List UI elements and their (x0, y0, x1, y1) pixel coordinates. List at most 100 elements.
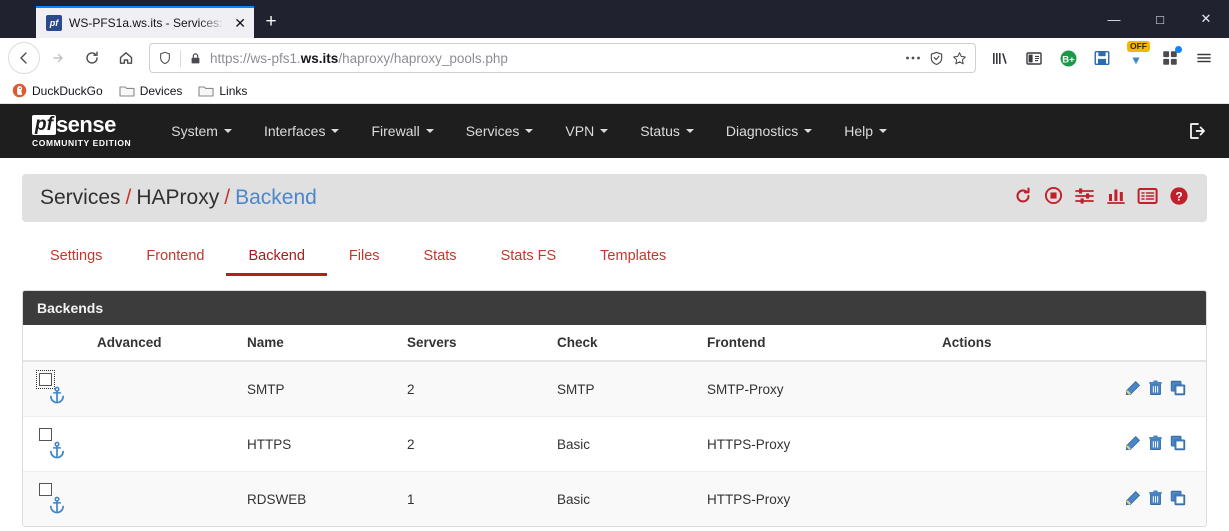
menu-item-services[interactable]: Services (452, 115, 548, 147)
menu-item-diagnostics[interactable]: Diagnostics (712, 115, 826, 147)
row-select-cell (23, 416, 89, 472)
anchor-icon[interactable] (48, 496, 66, 517)
copy-icon[interactable] (1170, 380, 1186, 399)
save-page-icon[interactable] (1087, 43, 1117, 73)
tab-stats-fs[interactable]: Stats FS (479, 238, 579, 276)
menu-icon[interactable] (1189, 43, 1219, 73)
bookmark-devices[interactable]: Devices (113, 82, 189, 100)
chevron-down-icon (600, 129, 609, 133)
table-row[interactable]: RDSWEB 1 Basic HTTPS-Proxy (23, 471, 1206, 526)
browser-window: pf WS-PFS1a.ws.its - Services: HAP ✕ + —… (0, 0, 1229, 531)
pfsense-favicon-icon: pf (46, 15, 62, 31)
breadcrumb-root[interactable]: Services (40, 186, 121, 209)
chevron-down-icon (879, 129, 888, 133)
menu-label: Firewall (371, 123, 420, 139)
anchor-icon[interactable] (48, 386, 66, 407)
tab-files[interactable]: Files (327, 238, 402, 276)
folder-icon (119, 85, 135, 97)
row-advanced (89, 416, 239, 472)
bitwarden-icon[interactable]: B+ (1053, 43, 1083, 73)
close-icon[interactable]: ✕ (234, 16, 246, 30)
browser-tab[interactable]: pf WS-PFS1a.ws.its - Services: HAP ✕ (36, 6, 254, 38)
menu-label: Diagnostics (725, 123, 799, 139)
row-frontend: HTTPS-Proxy (699, 416, 934, 472)
stop-icon[interactable] (1044, 186, 1063, 210)
sliders-icon[interactable] (1074, 186, 1095, 210)
maximize-icon[interactable]: □ (1137, 0, 1183, 38)
delete-icon[interactable] (1148, 435, 1163, 454)
sidebar-icon[interactable] (1019, 43, 1049, 73)
anchor-icon[interactable] (48, 441, 66, 462)
help-icon[interactable]: ? (1169, 186, 1189, 211)
minimize-icon[interactable]: — (1091, 0, 1137, 38)
tab-backend[interactable]: Backend (226, 238, 327, 276)
pfsense-navbar: pf sense COMMUNITY EDITION System Interf… (0, 104, 1229, 158)
breadcrumb-current: Backend (235, 186, 317, 209)
column-servers: Servers (399, 325, 549, 362)
copy-icon[interactable] (1170, 490, 1186, 509)
menu-label: Interfaces (263, 123, 326, 139)
privacy-badger-icon[interactable]: OFF (1121, 41, 1151, 73)
shield-icon[interactable] (158, 51, 172, 65)
menu-item-firewall[interactable]: Firewall (357, 115, 447, 147)
bookmark-duckduckgo[interactable]: DuckDuckGo (6, 81, 109, 100)
tab-frontend[interactable]: Frontend (124, 238, 226, 276)
table-row[interactable]: HTTPS 2 Basic HTTPS-Proxy (23, 416, 1206, 472)
row-checkbox[interactable] (39, 427, 52, 441)
breadcrumb-section[interactable]: HAProxy (136, 186, 219, 209)
lock-icon[interactable] (189, 52, 202, 65)
menu-label: Status (640, 123, 680, 139)
bookmark-star-icon[interactable] (952, 51, 967, 66)
log-icon[interactable] (1137, 187, 1158, 210)
url-divider (180, 49, 181, 67)
table-header: Advanced Name Servers Check Frontend Act… (23, 325, 1206, 362)
row-frontend: HTTPS-Proxy (699, 471, 934, 526)
window-close-icon[interactable]: ✕ (1183, 0, 1229, 38)
tab-templates[interactable]: Templates (578, 238, 688, 276)
column-actions: Actions (934, 325, 1206, 362)
menu-item-vpn[interactable]: VPN (551, 115, 622, 147)
delete-icon[interactable] (1148, 380, 1163, 399)
row-check: Basic (549, 471, 699, 526)
chevron-down-icon (804, 129, 813, 133)
menu-item-interfaces[interactable]: Interfaces (250, 115, 353, 147)
logout-icon[interactable] (1187, 121, 1207, 141)
chevron-down-icon (331, 129, 340, 133)
url-text[interactable]: https://ws-pfs1.ws.its/haproxy/haproxy_p… (210, 51, 897, 66)
library-icon[interactable] (985, 43, 1015, 73)
menu-item-help[interactable]: Help (830, 115, 901, 147)
edit-icon[interactable] (1125, 380, 1141, 399)
bookmark-links[interactable]: Links (192, 82, 253, 100)
home-icon[interactable] (110, 42, 142, 74)
new-tab-button[interactable]: + (254, 6, 288, 38)
window-controls: — □ ✕ (1091, 0, 1229, 38)
backends-table: Advanced Name Servers Check Frontend Act… (23, 325, 1206, 526)
extensions-icon[interactable] (1155, 43, 1185, 73)
pocket-icon[interactable] (929, 51, 944, 66)
header-action-icons: ? (1013, 186, 1189, 211)
row-checkbox[interactable] (39, 482, 52, 496)
pfsense-logo[interactable]: pf sense COMMUNITY EDITION (32, 114, 131, 148)
menu-item-status[interactable]: Status (626, 115, 708, 147)
delete-icon[interactable] (1148, 490, 1163, 509)
copy-icon[interactable] (1170, 435, 1186, 454)
edit-icon[interactable] (1125, 490, 1141, 509)
menu-label: VPN (565, 123, 595, 139)
table-row[interactable]: SMTP 2 SMTP SMTP-Proxy (23, 360, 1206, 417)
row-checkbox[interactable] (36, 369, 55, 389)
back-icon[interactable] (8, 42, 40, 74)
row-advanced (89, 360, 239, 417)
address-bar[interactable]: https://ws-pfs1.ws.its/haproxy/haproxy_p… (149, 43, 976, 73)
page-actions-icon[interactable] (905, 56, 921, 60)
row-actions-cell (934, 416, 1206, 472)
chart-icon[interactable] (1106, 186, 1126, 210)
bookmarks-bar: DuckDuckGo Devices Links (0, 78, 1229, 104)
menu-item-system[interactable]: System (157, 115, 246, 147)
edit-icon[interactable] (1125, 435, 1141, 454)
panel-title: Backends (23, 291, 1206, 325)
restart-icon[interactable] (1013, 186, 1033, 211)
tab-settings[interactable]: Settings (28, 238, 124, 276)
row-advanced (89, 471, 239, 526)
reload-icon[interactable] (76, 42, 108, 74)
tab-stats[interactable]: Stats (402, 238, 479, 276)
